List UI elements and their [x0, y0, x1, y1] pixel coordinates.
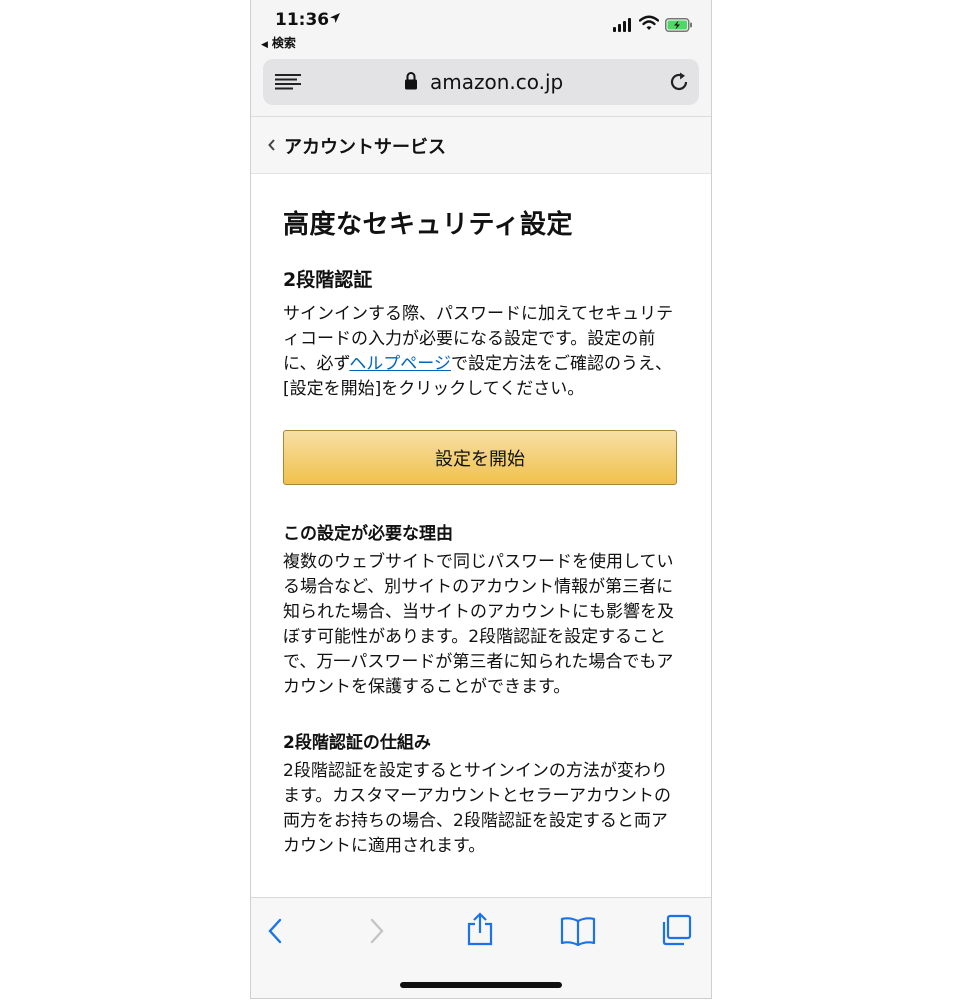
back-app-label: 検索: [271, 36, 296, 50]
main-content: 高度なセキュリティ設定 2段階認証 サインインする際、パスワードに加えてセキュリ…: [283, 174, 683, 896]
bookmarks-icon[interactable]: [560, 916, 596, 950]
browser-toolbar: [251, 897, 711, 998]
menu-icon[interactable]: [275, 74, 301, 94]
page-title: 高度なセキュリティ設定: [283, 210, 573, 240]
reason-section: この設定が必要な理由 複数のウェブサイトで同じパスワードを使用している場合など、…: [283, 519, 683, 700]
browser-address-area: amazon.co.jp: [251, 56, 711, 117]
address-bar[interactable]: amazon.co.jp: [263, 59, 699, 105]
section-title: 2段階認証: [283, 269, 373, 291]
url-text: amazon.co.jp: [430, 70, 564, 94]
mechanism-title: 2段階認証の仕組み: [283, 733, 431, 753]
home-indicator[interactable]: [400, 982, 562, 988]
forward-icon[interactable]: [369, 918, 385, 948]
status-bar: 11:36 ◀ 検索: [251, 0, 711, 56]
reason-text: 複数のウェブサイトで同じパスワードを使用している場合など、別サイトのアカウント情…: [283, 552, 674, 697]
back-triangle-icon: ◀: [261, 40, 268, 50]
breadcrumb-label: アカウントサービス: [284, 137, 446, 158]
mechanism-section: 2段階認証の仕組み 2段階認証を設定するとサインインの方法が変わります。カスタマ…: [283, 728, 683, 859]
back-icon[interactable]: [267, 918, 283, 948]
wifi-icon: [638, 15, 660, 35]
tabs-icon[interactable]: [660, 914, 692, 950]
mechanism-text: 2段階認証を設定するとサインインの方法が変わります。カスタマーアカウントとセラー…: [283, 761, 671, 856]
battery-charging-icon: [665, 17, 693, 36]
reload-icon[interactable]: [668, 71, 690, 97]
reason-title: この設定が必要な理由: [283, 524, 453, 544]
back-to-app-button[interactable]: ◀ 検索: [261, 34, 296, 51]
status-time: 11:36: [275, 10, 330, 30]
breadcrumb[interactable]: アカウントサービス: [251, 117, 711, 174]
location-arrow-icon: [329, 12, 341, 27]
signal-icon: [613, 18, 633, 32]
start-setup-button[interactable]: 設定を開始: [283, 430, 677, 485]
phone-screen: 11:36 ◀ 検索 amazon.co.jp アカウントサービス 高度なセキュ…: [250, 0, 712, 999]
lock-icon: [404, 71, 418, 95]
share-icon[interactable]: [465, 912, 495, 950]
chevron-left-icon: [267, 137, 276, 156]
help-page-link[interactable]: ヘルプページ: [349, 354, 451, 374]
intro-paragraph: サインインする際、パスワードに加えてセキュリティコードの入力が必要になる設定です…: [283, 302, 683, 402]
